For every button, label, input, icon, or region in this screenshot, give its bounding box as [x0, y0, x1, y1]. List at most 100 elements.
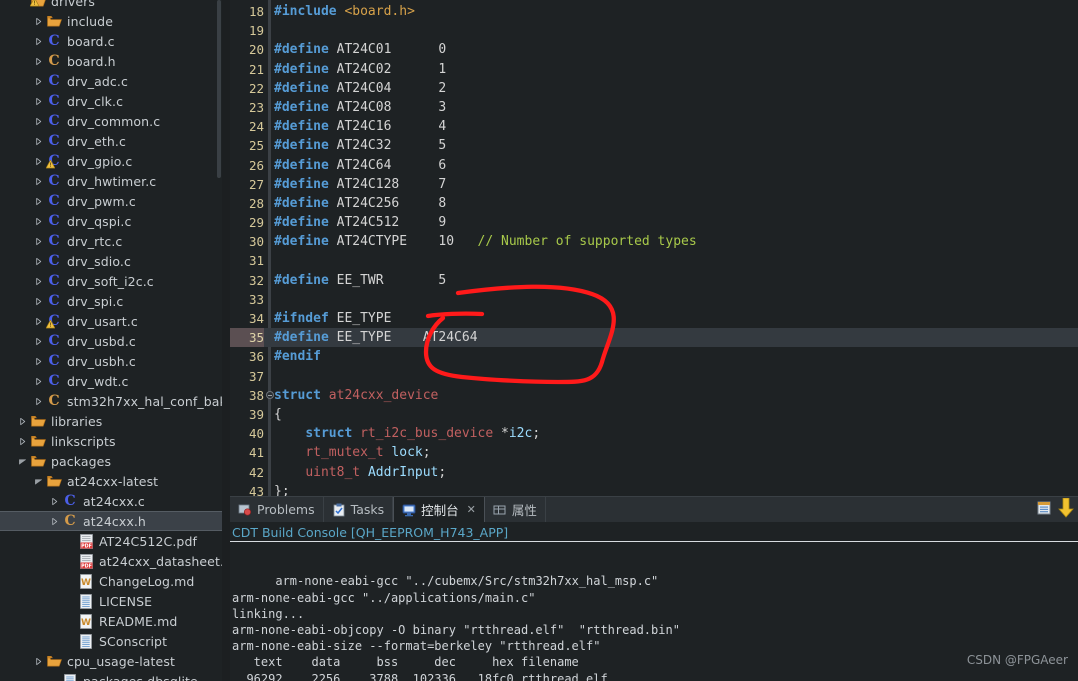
chevron-right-icon[interactable] [32, 311, 45, 331]
tree-item-drv-usbd-c[interactable]: Cdrv_usbd.c [0, 331, 222, 351]
chevron-right-icon[interactable] [32, 131, 45, 151]
tree-item-at24cxx-datasheet-pdf[interactable]: PDF at24cxx_datasheet.pdf [0, 551, 222, 571]
chevron-right-icon[interactable] [32, 211, 45, 231]
code-line-39[interactable]: 39 { [230, 405, 1078, 424]
tree-item-cpu-usage-latest[interactable]: cpu_usage-latest [0, 651, 222, 671]
chevron-right-icon[interactable] [48, 511, 61, 531]
chevron-down-icon[interactable] [16, 451, 29, 471]
tree-item-linkscripts[interactable]: linkscripts [0, 431, 222, 451]
chevron-right-icon[interactable] [32, 371, 45, 391]
tree-item-libraries[interactable]: libraries [0, 411, 222, 431]
code-line-41[interactable]: 41 rt_mutex_t lock; [230, 443, 1078, 462]
explorer-editor-divider[interactable] [222, 0, 230, 681]
explorer-vertical-scrollbar[interactable] [217, 0, 221, 178]
tree-item-sconscript[interactable]: SConscript [0, 631, 222, 651]
chevron-right-icon[interactable] [32, 31, 45, 51]
tree-item-drv-wdt-c[interactable]: Cdrv_wdt.c [0, 371, 222, 391]
tree-item-license[interactable]: LICENSE [0, 591, 222, 611]
project-explorer[interactable]: ! drivers include Cboard.c Cboard.h Cdrv_adc.… [0, 0, 222, 681]
console-tab-problems[interactable]: Problems [230, 497, 324, 522]
code-fold-toggle-icon[interactable] [266, 390, 274, 399]
code-line-37[interactable]: 37 [230, 367, 1078, 386]
code-line-38[interactable]: 38 struct at24cxx_device [230, 386, 1078, 405]
console-panel[interactable]: Problems Tasks 控制台 ✕ 属性 CDT Build Console [Q… [230, 496, 1078, 681]
code-line-31[interactable]: 31 [230, 251, 1078, 270]
console-tab-console[interactable]: 控制台 ✕ [393, 497, 485, 522]
code-line-34[interactable]: 34 #ifndef EE_TYPE [230, 309, 1078, 328]
chevron-right-icon[interactable] [32, 151, 45, 171]
code-line-36[interactable]: 36 #endif [230, 347, 1078, 366]
tree-item-at24cxx-c[interactable]: Cat24cxx.c [0, 491, 222, 511]
tree-item-drv-spi-c[interactable]: Cdrv_spi.c [0, 291, 222, 311]
tree-item-drv-usart-c[interactable]: C! drv_usart.c [0, 311, 222, 331]
console-tab-properties[interactable]: 属性 [485, 497, 546, 522]
code-line-18[interactable]: 18 #include <board.h> [230, 2, 1078, 21]
code-line-20[interactable]: 20 #define AT24C01 0 [230, 40, 1078, 59]
code-line-26[interactable]: 26 #define AT24C64 6 [230, 156, 1078, 175]
tree-item-drivers[interactable]: ! drivers [0, 0, 222, 11]
tree-item-at24cxx-h[interactable]: Cat24cxx.h [0, 511, 222, 531]
chevron-right-icon[interactable] [16, 411, 29, 431]
tree-item-drv-pwm-c[interactable]: Cdrv_pwm.c [0, 191, 222, 211]
tree-item-at24cxx-latest[interactable]: at24cxx-latest [0, 471, 222, 491]
chevron-right-icon[interactable] [32, 171, 45, 191]
editor-source-area[interactable]: 18 #include <board.h> 19 20 #define AT24C01 … [230, 2, 1078, 496]
code-line-28[interactable]: 28 #define AT24C256 8 [230, 194, 1078, 213]
chevron-right-icon[interactable] [32, 91, 45, 111]
chevron-down-icon[interactable] [32, 471, 45, 491]
tree-item-changelog-md[interactable]: W ChangeLog.md [0, 571, 222, 591]
console-toolbar[interactable] [1036, 497, 1078, 523]
code-line-29[interactable]: 29 #define AT24C512 9 [230, 213, 1078, 232]
tree-item-drv-adc-c[interactable]: Cdrv_adc.c [0, 71, 222, 91]
code-line-30[interactable]: 30 #define AT24CTYPE 10 // Number of supp… [230, 232, 1078, 251]
chevron-right-icon[interactable] [32, 291, 45, 311]
code-line-35[interactable]: 35 #define EE_TYPE AT24C64 [230, 328, 1078, 348]
code-line-22[interactable]: 22 #define AT24C04 2 [230, 79, 1078, 98]
console-tab-tasks[interactable]: Tasks [324, 497, 394, 522]
tree-item-packages-dbsqlite[interactable]: packages.dbsqlite [0, 671, 222, 681]
chevron-right-icon[interactable] [32, 271, 45, 291]
code-line-25[interactable]: 25 #define AT24C32 5 [230, 136, 1078, 155]
tree-item-drv-hwtimer-c[interactable]: Cdrv_hwtimer.c [0, 171, 222, 191]
code-line-32[interactable]: 32 #define EE_TWR 5 [230, 271, 1078, 290]
chevron-right-icon[interactable] [32, 11, 45, 31]
console-output[interactable]: arm-none-eabi-gcc "../cubemx/Src/stm32h7… [230, 541, 1078, 681]
close-icon[interactable]: ✕ [467, 503, 476, 516]
tree-item-drv-gpio-c[interactable]: C! drv_gpio.c [0, 151, 222, 171]
chevron-right-icon[interactable] [32, 191, 45, 211]
chevron-right-icon[interactable] [32, 71, 45, 91]
tree-item-board-c[interactable]: Cboard.c [0, 31, 222, 51]
chevron-right-icon[interactable] [32, 251, 45, 271]
tree-item-board-h[interactable]: Cboard.h [0, 51, 222, 71]
code-line-40[interactable]: 40 struct rt_i2c_bus_device *i2c; [230, 424, 1078, 443]
code-line-19[interactable]: 19 [230, 21, 1078, 40]
code-line-24[interactable]: 24 #define AT24C16 4 [230, 117, 1078, 136]
tree-item-readme-md[interactable]: W README.md [0, 611, 222, 631]
display-selected-console-icon[interactable] [1036, 500, 1052, 520]
chevron-right-icon[interactable] [48, 491, 61, 511]
chevron-right-icon[interactable] [32, 331, 45, 351]
code-editor[interactable]: 18 #include <board.h> 19 20 #define AT24C01 … [230, 0, 1078, 496]
chevron-right-icon[interactable] [16, 431, 29, 451]
chevron-right-icon[interactable] [32, 111, 45, 131]
project-tree[interactable]: ! drivers include Cboard.c Cboard.h Cdrv_adc.… [0, 0, 222, 681]
chevron-right-icon[interactable] [32, 391, 45, 411]
chevron-right-icon[interactable] [32, 51, 45, 71]
tree-item-drv-qspi-c[interactable]: Cdrv_qspi.c [0, 211, 222, 231]
chevron-right-icon[interactable] [32, 651, 45, 671]
tree-item-drv-rtc-c[interactable]: Cdrv_rtc.c [0, 231, 222, 251]
tree-item-drv-common-c[interactable]: Cdrv_common.c [0, 111, 222, 131]
tree-item-packages[interactable]: packages [0, 451, 222, 471]
tree-item-drv-soft-i2c-c[interactable]: Cdrv_soft_i2c.c [0, 271, 222, 291]
tree-item-drv-usbh-c[interactable]: Cdrv_usbh.c [0, 351, 222, 371]
code-line-21[interactable]: 21 #define AT24C02 1 [230, 60, 1078, 79]
console-tab-bar[interactable]: Problems Tasks 控制台 ✕ 属性 [230, 496, 1078, 522]
tree-item-drv-eth-c[interactable]: Cdrv_eth.c [0, 131, 222, 151]
code-line-33[interactable]: 33 [230, 290, 1078, 309]
code-line-27[interactable]: 27 #define AT24C128 7 [230, 175, 1078, 194]
code-line-42[interactable]: 42 uint8_t AddrInput; [230, 463, 1078, 482]
tree-item-drv-clk-c[interactable]: Cdrv_clk.c [0, 91, 222, 111]
tree-item-include[interactable]: include [0, 11, 222, 31]
tree-item-drv-sdio-c[interactable]: Cdrv_sdio.c [0, 251, 222, 271]
scroll-lock-arrow-icon[interactable] [1058, 497, 1074, 522]
